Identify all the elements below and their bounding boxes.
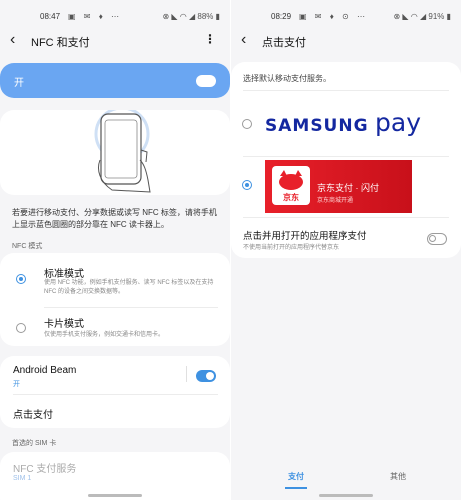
- status-time: 08:47: [40, 12, 61, 21]
- master-switch-label: 开: [14, 78, 24, 89]
- instruction-text: 选择默认移动支付服务。: [243, 74, 331, 83]
- nav-handle: [319, 494, 373, 497]
- page-title: NFC 和支付: [31, 37, 90, 49]
- standard-mode-desc: 使用 NFC 功能，例如手机支付服务、读写 NFC 标签以及在支持 NFC 的设…: [44, 280, 214, 295]
- standard-mode-option[interactable]: 标准模式 使用 NFC 功能，例如手机支付服务、读写 NFC 标签以及在支持 N…: [0, 253, 230, 305]
- nfc-payment-service-row[interactable]: NFC 支付服务 SIM 1: [0, 452, 230, 500]
- back-arrow-icon[interactable]: ‹: [241, 32, 246, 48]
- open-app-pay-row[interactable]: 点击并用打开的应用程序支付 不使用当前打开的应用程序代替京东: [231, 218, 461, 258]
- android-beam-title: Android Beam: [13, 365, 77, 376]
- nfc-illustration-card: [0, 110, 230, 195]
- jd-pay-banner: 京东 京东支付 · 闪付 京东商城开通: [265, 160, 412, 213]
- master-toggle[interactable]: [196, 75, 216, 87]
- notification-icons: ▣ ✉ ♦ ⊙ ⋯: [299, 12, 368, 21]
- phone-on-reader-icon: [94, 110, 151, 193]
- nfc-description: 若要进行移动支付、分享数据或读写 NFC 标签，请将手机上显示蓝色圆圈的部分靠在…: [12, 208, 217, 229]
- system-icons: ⊗ ◣ ◠ ◢ 88% ▮: [162, 12, 220, 21]
- standard-mode-title: 标准模式: [44, 269, 84, 280]
- card-mode-title: 卡片模式: [44, 319, 84, 330]
- standard-mode-radio[interactable]: [16, 274, 26, 284]
- jd-pay-radio[interactable]: [242, 180, 252, 190]
- jd-pay-option[interactable]: 京东 京东支付 · 闪付 京东商城开通: [231, 157, 461, 214]
- notification-icons: ▣ ✉ ♦ ⋯: [68, 12, 123, 21]
- sim-section-label: 首选的 SIM 卡: [12, 440, 57, 447]
- master-switch-row[interactable]: 开: [0, 63, 230, 98]
- card-mode-option[interactable]: 卡片模式 仅使用手机支付服务，例如交通卡和信用卡。: [0, 308, 230, 346]
- tab-indicator: [285, 487, 307, 489]
- open-app-pay-desc: 不使用当前打开的应用程序代替京东: [243, 245, 340, 251]
- back-arrow-icon[interactable]: ‹: [10, 32, 15, 48]
- nfc-mode-card: 标准模式 使用 NFC 功能，例如手机支付服务、读写 NFC 标签以及在支持 N…: [0, 253, 230, 346]
- android-beam-toggle[interactable]: [196, 370, 216, 382]
- nfc-settings-screen: 08:47 ▣ ✉ ♦ ⋯ ⊗ ◣ ◠ ◢ 88% ▮ ‹ NFC 和支付 ⋮ …: [0, 0, 230, 500]
- nfc-payment-service-title: NFC 支付服务: [13, 464, 77, 475]
- open-app-pay-title: 点击并用打开的应用程序支付: [243, 231, 367, 242]
- jd-brand-mark: 京东: [283, 193, 299, 202]
- beam-tappay-card: Android Beam 开 点击支付: [0, 356, 230, 428]
- page-title: 点击支付: [262, 37, 306, 49]
- samsung-pay-option[interactable]: SAMSUNG pay: [231, 91, 461, 155]
- card-mode-desc: 仅使用手机支付服务，例如交通卡和信用卡。: [44, 332, 165, 338]
- jd-pay-title: 京东支付 · 闪付: [317, 183, 379, 193]
- toggle-separator: [186, 366, 187, 382]
- tap-and-pay-screen: 08:29 ▣ ✉ ♦ ⊙ ⋯ ⊗ ◣ ◠ ◢ 91% ▮ ‹ 点击支付 选择默…: [231, 0, 461, 500]
- app-bar: ‹ 点击支付: [231, 28, 461, 54]
- jd-dog-icon: [279, 170, 303, 190]
- sim-value: SIM 1: [13, 475, 32, 482]
- samsung-pay-logo: SAMSUNG pay: [265, 108, 421, 137]
- android-beam-row[interactable]: Android Beam 开: [0, 356, 230, 392]
- status-time: 08:29: [271, 12, 292, 21]
- tab-other-label: 其他: [390, 472, 406, 481]
- nfc-mode-label: NFC 模式: [12, 243, 43, 250]
- payment-options-card: 选择默认移动支付服务。 SAMSUNG pay 京东 京东支付 · 闪付 京东商…: [231, 62, 461, 258]
- system-icons: ⊗ ◣ ◠ ◢ 91% ▮: [393, 12, 451, 21]
- nav-handle: [88, 494, 142, 497]
- samsung-pay-radio[interactable]: [242, 119, 252, 129]
- android-beam-status: 开: [13, 381, 20, 388]
- samsung-wordmark: SAMSUNG: [265, 116, 369, 136]
- jd-pay-sub: 京东商城开通: [317, 198, 354, 204]
- tab-pay-label: 支付: [288, 472, 304, 481]
- more-options-icon[interactable]: ⋮: [204, 32, 216, 46]
- status-bar: 08:29 ▣ ✉ ♦ ⊙ ⋯ ⊗ ◣ ◠ ◢ 91% ▮: [231, 0, 461, 30]
- tap-pay-row[interactable]: 点击支付: [0, 395, 230, 428]
- bottom-tabs: 支付 其他: [231, 466, 461, 500]
- open-app-pay-toggle[interactable]: [427, 233, 447, 245]
- app-bar: ‹ NFC 和支付 ⋮: [0, 28, 230, 54]
- pay-wordmark: pay: [375, 108, 421, 137]
- status-bar: 08:47 ▣ ✉ ♦ ⋯ ⊗ ◣ ◠ ◢ 88% ▮: [0, 0, 230, 30]
- tab-pay[interactable]: 支付: [271, 466, 321, 490]
- card-mode-radio[interactable]: [16, 323, 26, 333]
- tab-other[interactable]: 其他: [373, 466, 423, 490]
- jd-logo: 京东: [272, 166, 310, 205]
- tap-pay-title: 点击支付: [13, 410, 53, 421]
